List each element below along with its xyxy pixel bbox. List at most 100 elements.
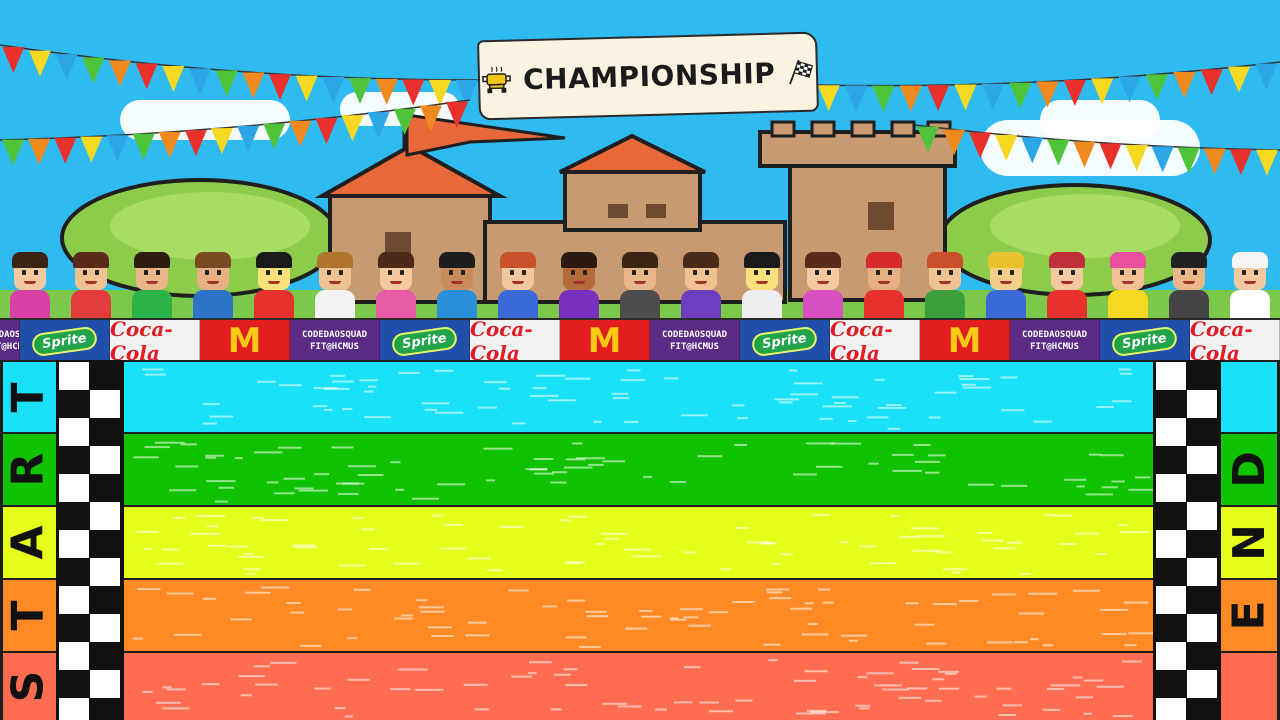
spectator-hair [805,252,841,268]
lane-streak [1122,660,1142,663]
lane-streak [563,668,578,671]
checkered-square [59,530,89,558]
lane-streak [833,401,846,404]
lane-streak [550,708,562,711]
spectator-eye [1254,270,1258,275]
bunting-flag [1047,139,1070,166]
bunting-flag [29,50,51,77]
lane-streak [967,483,995,486]
lane-streak [822,405,852,408]
checkered-square [1187,390,1217,418]
start-column-border [0,360,3,720]
spectator-eye [571,270,575,275]
lane-streak [206,480,236,483]
lane-streak [246,572,257,575]
lane-streak [1100,454,1124,457]
bunting-flag [237,125,260,152]
lane-streak [512,422,526,425]
lane-streak [560,519,571,522]
lane-streak [627,369,641,372]
lane-streak [873,684,903,687]
bunting-flag [969,132,992,159]
lane-streak [359,379,378,382]
lane-streak [294,487,314,490]
bunting-flag [1145,74,1168,101]
sponsor-label: Sprite [1110,325,1179,357]
lane-streak [238,675,265,678]
sponsor-wall: CODEDAOSQUAD FIT@HCMUS Sprite Coca-Cola M COD… [0,318,1280,364]
spectator-mouth [1061,281,1073,284]
lane-streak [279,384,302,387]
spectator-eye [339,270,343,275]
lane-streak [484,381,507,384]
sponsor-mc: M [200,320,290,362]
lane-streak [553,673,571,676]
lane-streak [266,481,279,484]
lane-streak [664,377,679,380]
checkered-square [1156,698,1186,720]
lane-streak [620,379,645,382]
sponsor-mc: M [920,320,1010,362]
lane-streak [986,641,1013,644]
bunting-flag [1255,63,1278,90]
lane-streak [434,369,454,372]
bunting-flag [1255,149,1278,176]
spectator-eye [1059,270,1063,275]
spectator-mouth [939,281,951,284]
spectator-eye [1120,270,1124,275]
spectator-hair [378,252,414,268]
lane-texture [132,586,1157,648]
lane-streak [933,603,957,606]
bunting-flag [158,132,181,159]
lane-streak [867,416,889,419]
lane-streak [868,462,879,465]
lane-streak [1002,704,1022,707]
spectator-hair [12,252,48,268]
bunting-flag [1125,144,1148,171]
lane-streak [324,408,333,411]
lane-streak [602,460,625,463]
spectator-eye [22,270,26,275]
spectator-hair [866,252,902,268]
lane-streak [508,589,529,592]
race-lane-1 [0,360,1280,432]
bunting-flag [55,54,78,81]
lane-streak [934,391,957,394]
lane-streak [898,696,922,699]
lane-streak [143,547,152,550]
lane-streak [202,597,216,600]
sponsor-label: FIT@HCMUS [310,342,359,352]
sponsor-code: CODEDAOSQUAD FIT@HCMUS [1010,320,1100,362]
lane-streak [774,398,800,401]
spectator-body [437,290,477,320]
spectator-hair [927,252,963,268]
lane-streak [437,483,466,486]
lane-streak [579,645,601,648]
spectator-eye [217,270,221,275]
spectator [801,240,845,320]
race-lane-2 [0,432,1280,505]
lane-streak [337,608,353,611]
spectator-body [803,290,843,320]
lane-streak [201,683,220,686]
lane-streak [1072,589,1100,592]
lane-streak [1076,485,1085,488]
bunting-flag [2,46,25,73]
lane-streak [156,701,181,704]
lane-streak [214,500,228,503]
bunting-flag [954,84,977,111]
lane-streak [237,555,264,558]
spectator-mouth [695,281,707,284]
lane-streak [765,588,790,591]
lane-streak [283,477,305,480]
lane-streak [779,553,794,556]
sponsor-coke: Coca-Cola [830,320,920,362]
spectator-mouth [390,281,402,284]
lane-streak [951,571,961,574]
spectator-mouth [512,281,524,284]
lane-streak [137,588,161,591]
lane-streak [161,548,180,551]
lane-streak [974,695,987,698]
lane-streak [1072,676,1083,679]
start-column: T R A T S [0,360,56,720]
